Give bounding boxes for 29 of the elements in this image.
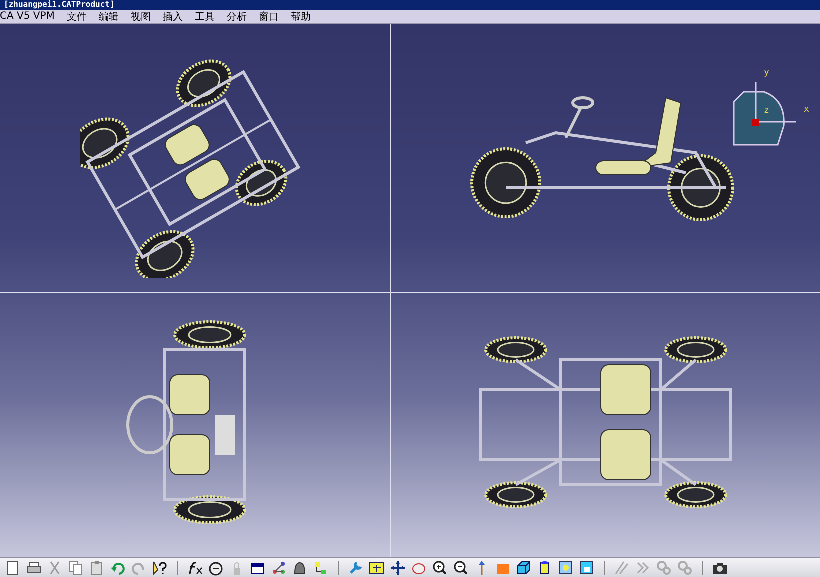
window-icon[interactable] [579, 560, 595, 576]
menu-item[interactable]: 窗口 [258, 10, 279, 24]
zoom-in-icon[interactable] [432, 560, 448, 576]
picture-icon[interactable] [558, 560, 574, 576]
wrench-icon[interactable] [348, 560, 364, 576]
menu-item[interactable]: 插入 [162, 10, 183, 24]
paste-icon[interactable] [89, 560, 105, 576]
menu-item[interactable]: 分析 [226, 10, 247, 24]
menu-item[interactable]: 工具 [194, 10, 215, 24]
cube-icon[interactable] [516, 560, 532, 576]
app-menu-label[interactable]: CA V5 VPM [0, 11, 55, 22]
document-icon[interactable] [5, 560, 21, 576]
window-title: [zhuangpei1.CATProduct] [4, 0, 115, 10]
zoom-out-icon[interactable] [453, 560, 469, 576]
menu-item[interactable]: 文件 [66, 10, 87, 24]
copy-icon[interactable] [68, 560, 84, 576]
help-icon[interactable] [152, 560, 168, 576]
pan-icon[interactable] [390, 560, 406, 576]
network-icon[interactable] [271, 560, 287, 576]
menu-item[interactable]: 编辑 [98, 10, 119, 24]
formula-icon[interactable] [187, 560, 203, 576]
tree-icon[interactable] [313, 560, 329, 576]
menu-item[interactable]: 视图 [130, 10, 151, 24]
menu-item[interactable]: 帮助 [290, 10, 311, 24]
fit-all-icon[interactable] [369, 560, 385, 576]
axis-label: z [764, 107, 770, 116]
printer-icon[interactable] [26, 560, 42, 576]
axis-label: x [804, 106, 810, 115]
axis-label: y [764, 69, 770, 78]
